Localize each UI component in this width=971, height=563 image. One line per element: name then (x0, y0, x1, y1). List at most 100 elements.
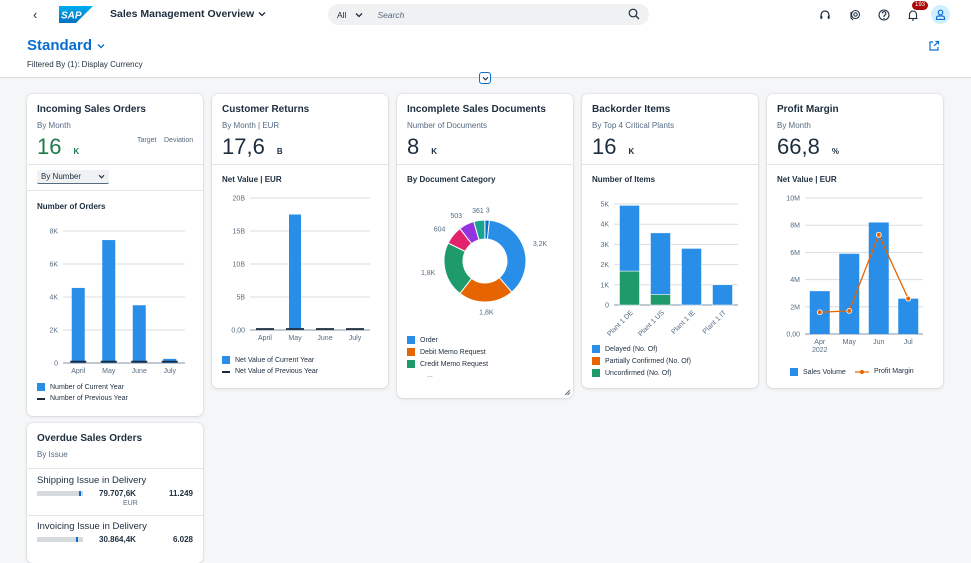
resize-handle-icon[interactable] (564, 389, 571, 396)
card-customer-returns[interactable]: Customer Returns By Month | EUR 17,6 B N… (212, 94, 388, 388)
kpi-number: 16 (592, 134, 617, 159)
legend-swatch (37, 383, 45, 391)
card-title[interactable]: Customer Returns (222, 104, 309, 115)
y-tick-label: 5K (600, 202, 609, 209)
legend-item[interactable]: Sales Volume (790, 368, 846, 376)
card-backorder-items[interactable]: Backorder Items By Top 4 Critical Plants… (582, 94, 758, 388)
kpi-unit: B (276, 147, 283, 156)
item-count: 6.028 (172, 535, 193, 544)
profit-margin-line (819, 233, 909, 313)
card-title[interactable]: Incoming Sales Orders (37, 104, 146, 115)
y-tick-label: 1K (600, 282, 609, 289)
legend-more[interactable]: ... (427, 372, 433, 379)
item-label: Invoicing Issue in Delivery (37, 521, 147, 532)
app-title-menu[interactable]: Sales Management Overview (110, 8, 266, 20)
list-item[interactable]: Invoicing Issue in Delivery 30.864,4K 6.… (27, 516, 203, 562)
card-profit-margin[interactable]: Profit Margin By Month 66,8 % Net Value … (767, 94, 943, 388)
headset-icon[interactable] (818, 8, 832, 22)
x-tick-label: April (71, 368, 85, 375)
chevron-down-icon (482, 76, 488, 81)
legend-item[interactable]: Net Value of Previous Year (222, 368, 318, 375)
bar-current-year (102, 240, 116, 363)
x-tick-label: Plant 1 DE (606, 309, 635, 338)
card-title[interactable]: Backorder Items (592, 104, 670, 115)
select-value: By Number (41, 172, 82, 181)
legend-item[interactable]: Debit Memo Request (407, 348, 486, 356)
profit-margin-point (875, 231, 882, 238)
app-title: Sales Management Overview (110, 8, 255, 20)
donut-slice (484, 219, 527, 293)
item-value: 79.707,6K (99, 489, 136, 498)
y-tick-label: 4K (600, 222, 609, 229)
profit-margin-point (816, 309, 823, 316)
document-category-donut[interactable]: 3,2K 1,8K 1,8K 604 503 361 3 (397, 204, 573, 324)
y-tick-label: 0 (605, 303, 609, 310)
legend-item[interactable]: Partially Confirmed (No. Of) (592, 357, 691, 365)
item-currency: EUR (123, 500, 138, 507)
avatar[interactable] (931, 5, 950, 24)
progress-fill (37, 537, 79, 542)
legend-item[interactable]: Number of Previous Year (37, 395, 128, 402)
legend-item[interactable]: Net Value of Current Year (222, 356, 314, 364)
legend-item[interactable]: Credit Memo Request (407, 360, 488, 368)
chart-title: Number of Items (592, 175, 656, 184)
backorder-chart[interactable]: 01K2K3K4K5KPlant 1 DE Plant 1 US Plant 1 I… (582, 194, 758, 344)
header-collapse-button[interactable] (479, 72, 491, 84)
legend-swatch (222, 356, 230, 364)
card-title[interactable]: Incomplete Sales Documents (407, 104, 546, 115)
variant-management[interactable]: Standard (27, 37, 105, 54)
profit-chart[interactable]: 0,00 2M 4M 6M 8M 10M Apr2022 May Jun Jul (767, 194, 943, 366)
legend-label: Delayed (No. Of) (605, 345, 658, 353)
bell-icon[interactable] (906, 8, 920, 22)
x-tick-label: Plant 1 US (637, 309, 666, 338)
y-tick-label: 10B (233, 262, 246, 269)
search-icon[interactable] (628, 8, 640, 20)
legend-swatch (407, 360, 415, 368)
legend-label: Profit Margin (874, 368, 914, 375)
bar-segment (619, 270, 640, 306)
card-overdue-sales-orders[interactable]: Overdue Sales Orders By Issue Shipping I… (27, 423, 203, 563)
card-subtitle: By Month | EUR (222, 121, 280, 130)
search-scope-select[interactable]: All (337, 10, 346, 20)
y-tick-label: 8M (790, 223, 800, 230)
copilot-icon[interactable] (848, 8, 862, 22)
sap-logo[interactable]: SAP (59, 6, 93, 23)
bar-current-year (289, 214, 301, 330)
y-tick-label: 4M (790, 277, 800, 284)
legend-label: Debit Memo Request (420, 348, 486, 356)
legend-item[interactable]: Profit Margin (855, 368, 914, 375)
x-tick-label: Plant 1 IE (670, 309, 697, 336)
back-button[interactable]: ‹ (33, 7, 37, 22)
legend-item[interactable]: Delayed (No. Of) (592, 345, 658, 353)
data-label: 503 (450, 213, 462, 220)
measure-select[interactable]: By Number (37, 170, 109, 184)
chevron-down-icon[interactable] (355, 12, 363, 18)
card-title[interactable]: Profit Margin (777, 104, 839, 115)
x-tick-label: July (164, 368, 177, 375)
divider (582, 164, 758, 165)
search-bar: All Search (328, 4, 649, 25)
progress-bar (37, 491, 83, 496)
legend-label: Unconfirmed (No. Of) (605, 369, 672, 377)
returns-chart[interactable]: 0,00 5B 10B 15B 20B April May June July (212, 194, 388, 352)
card-title[interactable]: Overdue Sales Orders (37, 433, 142, 444)
legend-swatch (407, 336, 415, 344)
card-incoming-sales-orders[interactable]: Incoming Sales Orders By Month 16 K Targ… (27, 94, 203, 416)
legend-item[interactable]: Order (407, 336, 438, 344)
legend-swatch (407, 348, 415, 356)
legend-label: Number of Previous Year (50, 395, 128, 402)
bar-segment (650, 294, 671, 306)
list-item[interactable]: Shipping Issue in Delivery 79.707,6K EUR… (27, 469, 203, 515)
help-icon[interactable] (877, 8, 891, 22)
legend-item[interactable]: Number of Current Year (37, 383, 124, 391)
legend-item[interactable]: Unconfirmed (No. Of) (592, 369, 672, 377)
x-tick-label: Plant 1 IT (702, 309, 729, 336)
progress-bar (37, 537, 83, 542)
y-tick-label: 6M (790, 250, 800, 257)
y-tick-label: 0,00 (786, 332, 800, 339)
orders-chart[interactable]: 0 2K 4K 6K 8K April May June July (27, 219, 203, 379)
card-incomplete-sales-documents[interactable]: Incomplete Sales Documents Number of Doc… (397, 94, 573, 398)
y-tick-label: 4K (49, 295, 58, 302)
share-icon[interactable] (928, 40, 940, 52)
search-input[interactable]: Search (377, 10, 404, 20)
